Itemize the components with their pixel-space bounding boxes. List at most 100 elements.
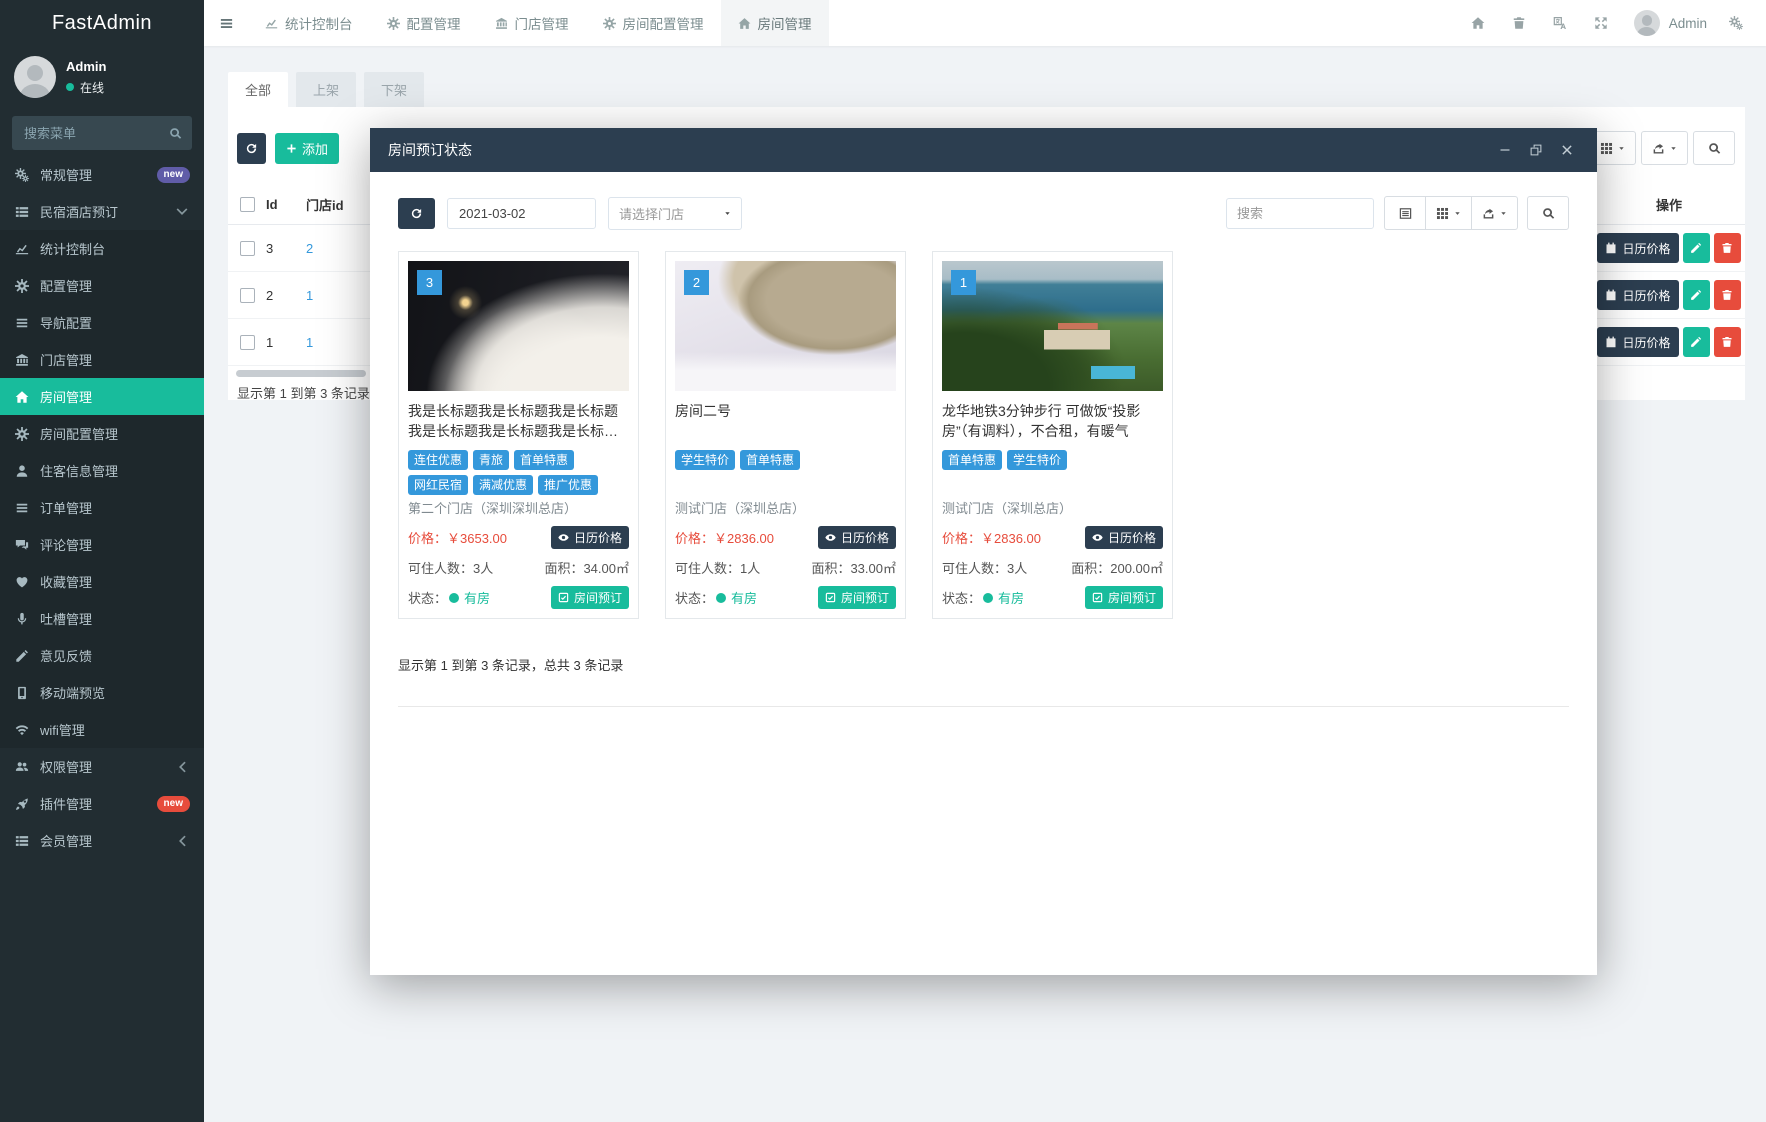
- minimize-button[interactable]: [1493, 138, 1517, 162]
- filter-tab[interactable]: 下架: [364, 72, 424, 107]
- avatar[interactable]: [1634, 10, 1660, 36]
- store-select[interactable]: 请选择门店: [608, 197, 742, 230]
- room-photo: 2: [675, 261, 896, 391]
- room-number-badge: 1: [951, 270, 976, 295]
- calendar-price-button[interactable]: 日历价格: [1597, 280, 1678, 310]
- store-id-link[interactable]: 1: [306, 335, 313, 350]
- sidebar-item[interactable]: 民宿酒店预订: [0, 193, 204, 230]
- user-icon: [14, 464, 30, 478]
- search-toggle-button[interactable]: [1527, 196, 1569, 230]
- sidebar-item[interactable]: 吐槽管理: [0, 600, 204, 637]
- filter-tab[interactable]: 全部: [228, 72, 288, 107]
- row-checkbox[interactable]: [240, 288, 255, 303]
- card-view-button[interactable]: [1384, 196, 1426, 230]
- area-label: 面积：: [544, 561, 583, 576]
- mobile-icon: [14, 686, 30, 700]
- sidebar-item[interactable]: 门店管理: [0, 341, 204, 378]
- topnav-item-label: 房间管理: [758, 13, 812, 33]
- horizontal-scrollbar[interactable]: [236, 370, 366, 377]
- menu-toggle-button[interactable]: [204, 0, 248, 46]
- topnav-item-label: 房间配置管理: [623, 13, 704, 33]
- export-dropdown-button[interactable]: [1471, 196, 1518, 230]
- calendar-price-label: 日历价格: [841, 529, 889, 546]
- export-dropdown-button[interactable]: [1641, 131, 1688, 165]
- edit-button[interactable]: [1683, 327, 1710, 357]
- sidebar-search-input[interactable]: [22, 125, 169, 142]
- reserve-button[interactable]: 房间预订: [551, 586, 629, 609]
- store-id-link[interactable]: 1: [306, 288, 313, 303]
- edit-button[interactable]: [1683, 233, 1710, 263]
- delete-button[interactable]: [1714, 327, 1741, 357]
- filter-tab[interactable]: 上架: [296, 72, 356, 107]
- refresh-icon: [410, 207, 423, 220]
- trash-button[interactable]: [1499, 0, 1540, 46]
- calendar-price-button[interactable]: 日历价格: [1597, 327, 1678, 357]
- sidebar-item[interactable]: 订单管理: [0, 489, 204, 526]
- room-tag: 推广优惠: [538, 475, 598, 495]
- sidebar-item[interactable]: 权限管理: [0, 748, 204, 785]
- maximize-button[interactable]: [1524, 138, 1548, 162]
- sidebar-item[interactable]: wifi管理: [0, 711, 204, 748]
- sidebar-item[interactable]: 房间配置管理: [0, 415, 204, 452]
- room-title: 房间二号: [675, 401, 896, 441]
- topnav-item[interactable]: 房间管理: [721, 0, 829, 46]
- sidebar-item[interactable]: 收藏管理: [0, 563, 204, 600]
- status-row: 状态：有房房间预订: [675, 586, 896, 609]
- capacity-row: 可住人数：3人面积：200.00㎡: [942, 558, 1163, 577]
- calendar-price-button[interactable]: 日历价格: [551, 526, 629, 549]
- refresh-button[interactable]: [398, 198, 435, 229]
- home-button[interactable]: [1458, 0, 1499, 46]
- edit-button[interactable]: [1683, 280, 1710, 310]
- sidebar-item[interactable]: 住客信息管理: [0, 452, 204, 489]
- reserve-button[interactable]: 房间预订: [1085, 586, 1163, 609]
- topnav-item[interactable]: 门店管理: [478, 0, 586, 46]
- topnav-username[interactable]: Admin: [1669, 16, 1707, 31]
- search-icon: [169, 127, 182, 140]
- sidebar-item-label: 导航配置: [40, 313, 92, 332]
- delete-button[interactable]: [1714, 280, 1741, 310]
- room-card: 1龙华地铁3分钟步行 可做饭“投影房”（有调料），不合租，有暖气首单特惠学生特价…: [932, 251, 1173, 619]
- reserve-label: 房间预订: [1108, 589, 1156, 606]
- date-input[interactable]: [447, 198, 596, 229]
- refresh-button[interactable]: [237, 133, 266, 164]
- sidebar-item[interactable]: 配置管理: [0, 267, 204, 304]
- plus-icon: [286, 143, 297, 154]
- page-toolbar-right: [1589, 131, 1735, 165]
- modal-search-input[interactable]: [1226, 198, 1374, 229]
- calendar-price-button[interactable]: 日历价格: [818, 526, 896, 549]
- expand-button[interactable]: [1581, 0, 1622, 46]
- columns-dropdown-button[interactable]: [1425, 196, 1472, 230]
- select-all-checkbox[interactable]: [240, 197, 255, 212]
- sidebar-item[interactable]: 房间管理: [0, 378, 204, 415]
- sidebar-item[interactable]: 会员管理: [0, 822, 204, 859]
- minus-icon: [1499, 144, 1511, 156]
- reserve-button[interactable]: 房间预订: [818, 586, 896, 609]
- delete-button[interactable]: [1714, 233, 1741, 263]
- grid-icon: [1436, 207, 1449, 220]
- room-tag: 连住优惠: [408, 450, 468, 470]
- search-toggle-button[interactable]: [1693, 131, 1735, 165]
- row-checkbox[interactable]: [240, 241, 255, 256]
- cell-id: 2: [266, 288, 306, 303]
- sidebar-item[interactable]: 常规管理new: [0, 156, 204, 193]
- topnav-item[interactable]: 房间配置管理: [586, 0, 721, 46]
- topnav-item[interactable]: 配置管理: [370, 0, 478, 46]
- row-checkbox[interactable]: [240, 335, 255, 350]
- sidebar-item[interactable]: 插件管理new: [0, 785, 204, 822]
- sidebar-item[interactable]: 评论管理: [0, 526, 204, 563]
- room-tag: 首单特惠: [740, 450, 800, 470]
- calendar-price-button[interactable]: 日历价格: [1597, 233, 1678, 263]
- translate-button[interactable]: [1540, 0, 1581, 46]
- modal-pagination: 显示第 1 到第 3 条记录，总共 3 条记录: [398, 655, 1569, 674]
- chart-icon: [14, 242, 30, 256]
- sidebar-item[interactable]: 意见反馈: [0, 637, 204, 674]
- store-id-link[interactable]: 2: [306, 241, 313, 256]
- sidebar-item[interactable]: 导航配置: [0, 304, 204, 341]
- add-button[interactable]: 添加: [275, 133, 339, 164]
- sidebar-item[interactable]: 统计控制台: [0, 230, 204, 267]
- close-button[interactable]: [1555, 138, 1579, 162]
- settings-button[interactable]: [1715, 0, 1756, 46]
- sidebar-item[interactable]: 移动端预览: [0, 674, 204, 711]
- calendar-price-button[interactable]: 日历价格: [1085, 526, 1163, 549]
- topnav-item[interactable]: 统计控制台: [248, 0, 370, 46]
